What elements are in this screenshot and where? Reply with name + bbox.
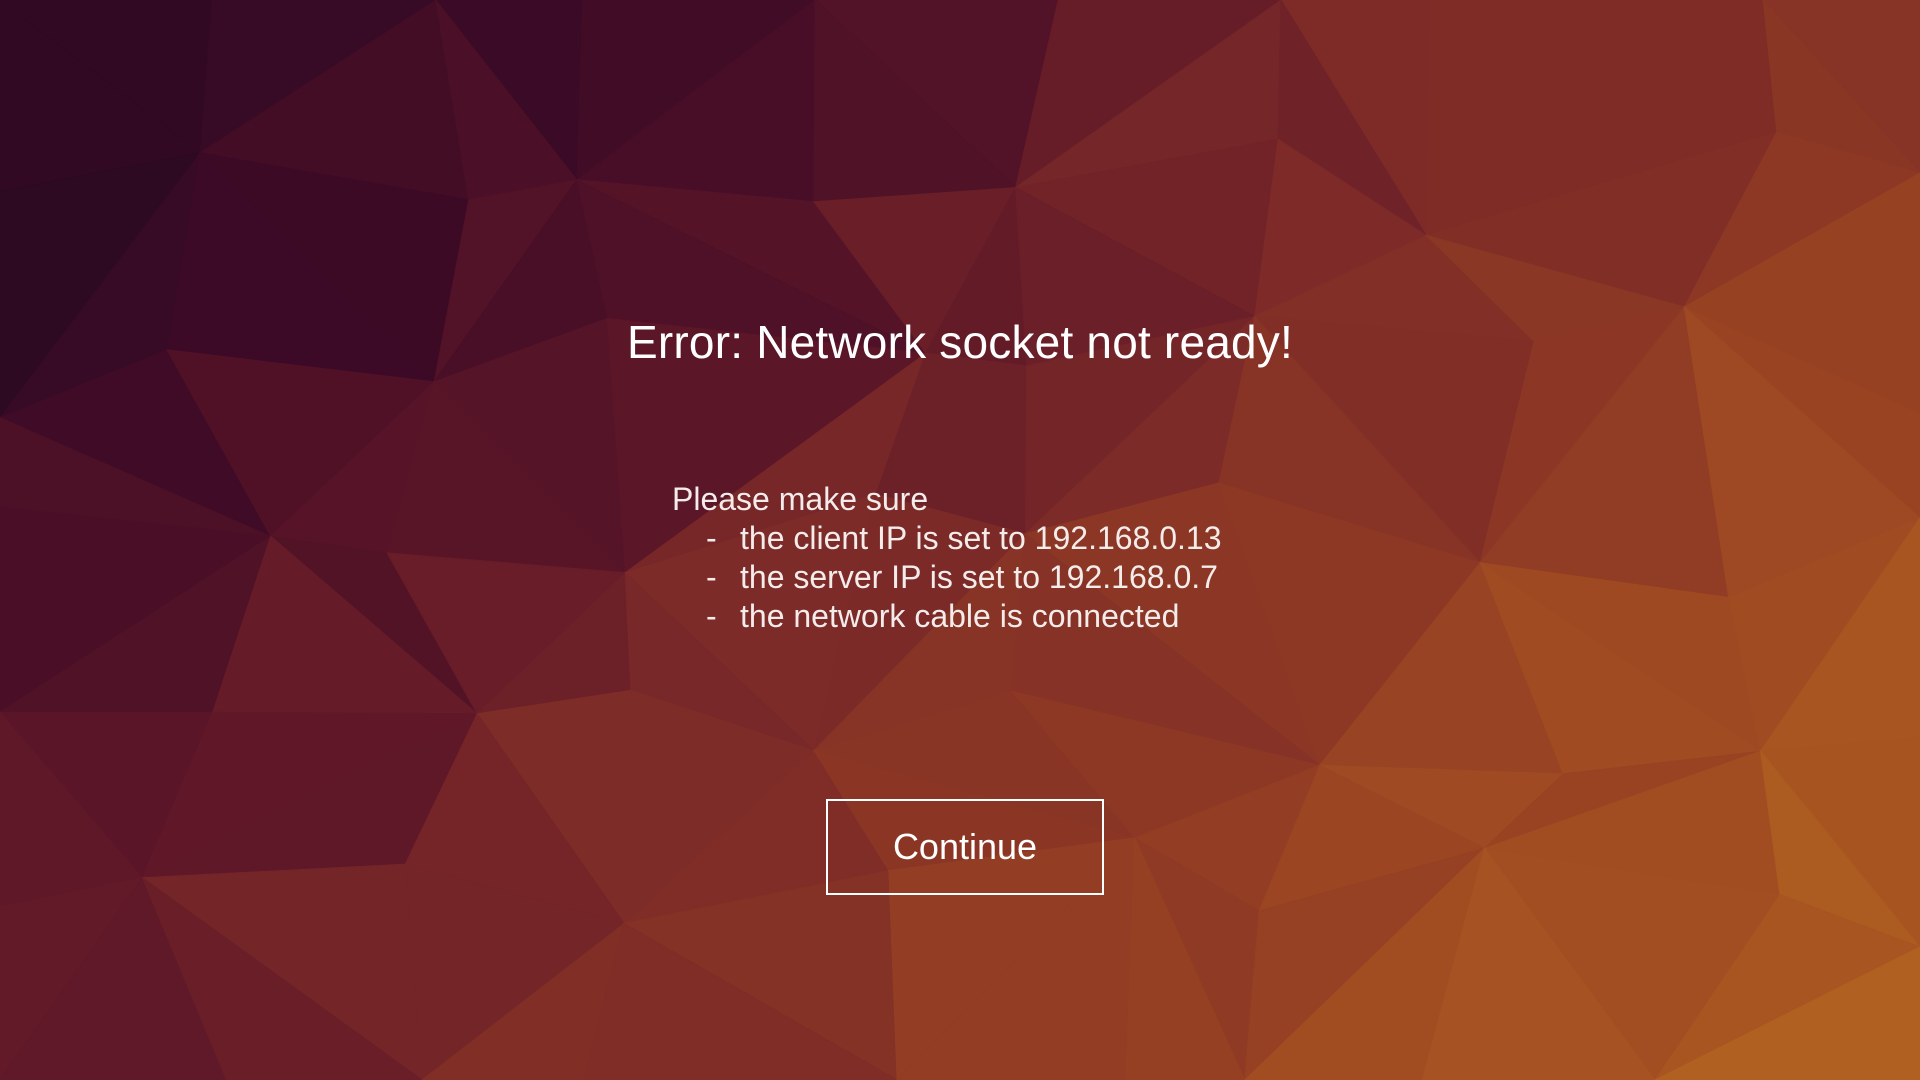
checklist: - the client IP is set to 192.168.0.13 -… bbox=[672, 519, 1222, 636]
check-server-ip: the server IP is set to 192.168.0.7 bbox=[740, 559, 1218, 595]
checklist-intro: Please make sure bbox=[672, 481, 929, 517]
bullet-dash: - bbox=[706, 598, 717, 634]
error-title: Error: Network socket not ready! bbox=[627, 316, 1293, 368]
checklist-item: - the server IP is set to 192.168.0.7 bbox=[672, 558, 1222, 597]
checklist-item: - the network cable is connected bbox=[672, 597, 1222, 636]
checklist-item: - the client IP is set to 192.168.0.13 bbox=[672, 519, 1222, 558]
check-client-ip: the client IP is set to 192.168.0.13 bbox=[740, 520, 1222, 556]
continue-button[interactable]: Continue bbox=[826, 799, 1104, 895]
check-network-cable: the network cable is connected bbox=[740, 598, 1180, 634]
checklist-message: Please make sure - the client IP is set … bbox=[672, 480, 1222, 636]
bullet-dash: - bbox=[706, 520, 717, 556]
bullet-dash: - bbox=[706, 559, 717, 595]
